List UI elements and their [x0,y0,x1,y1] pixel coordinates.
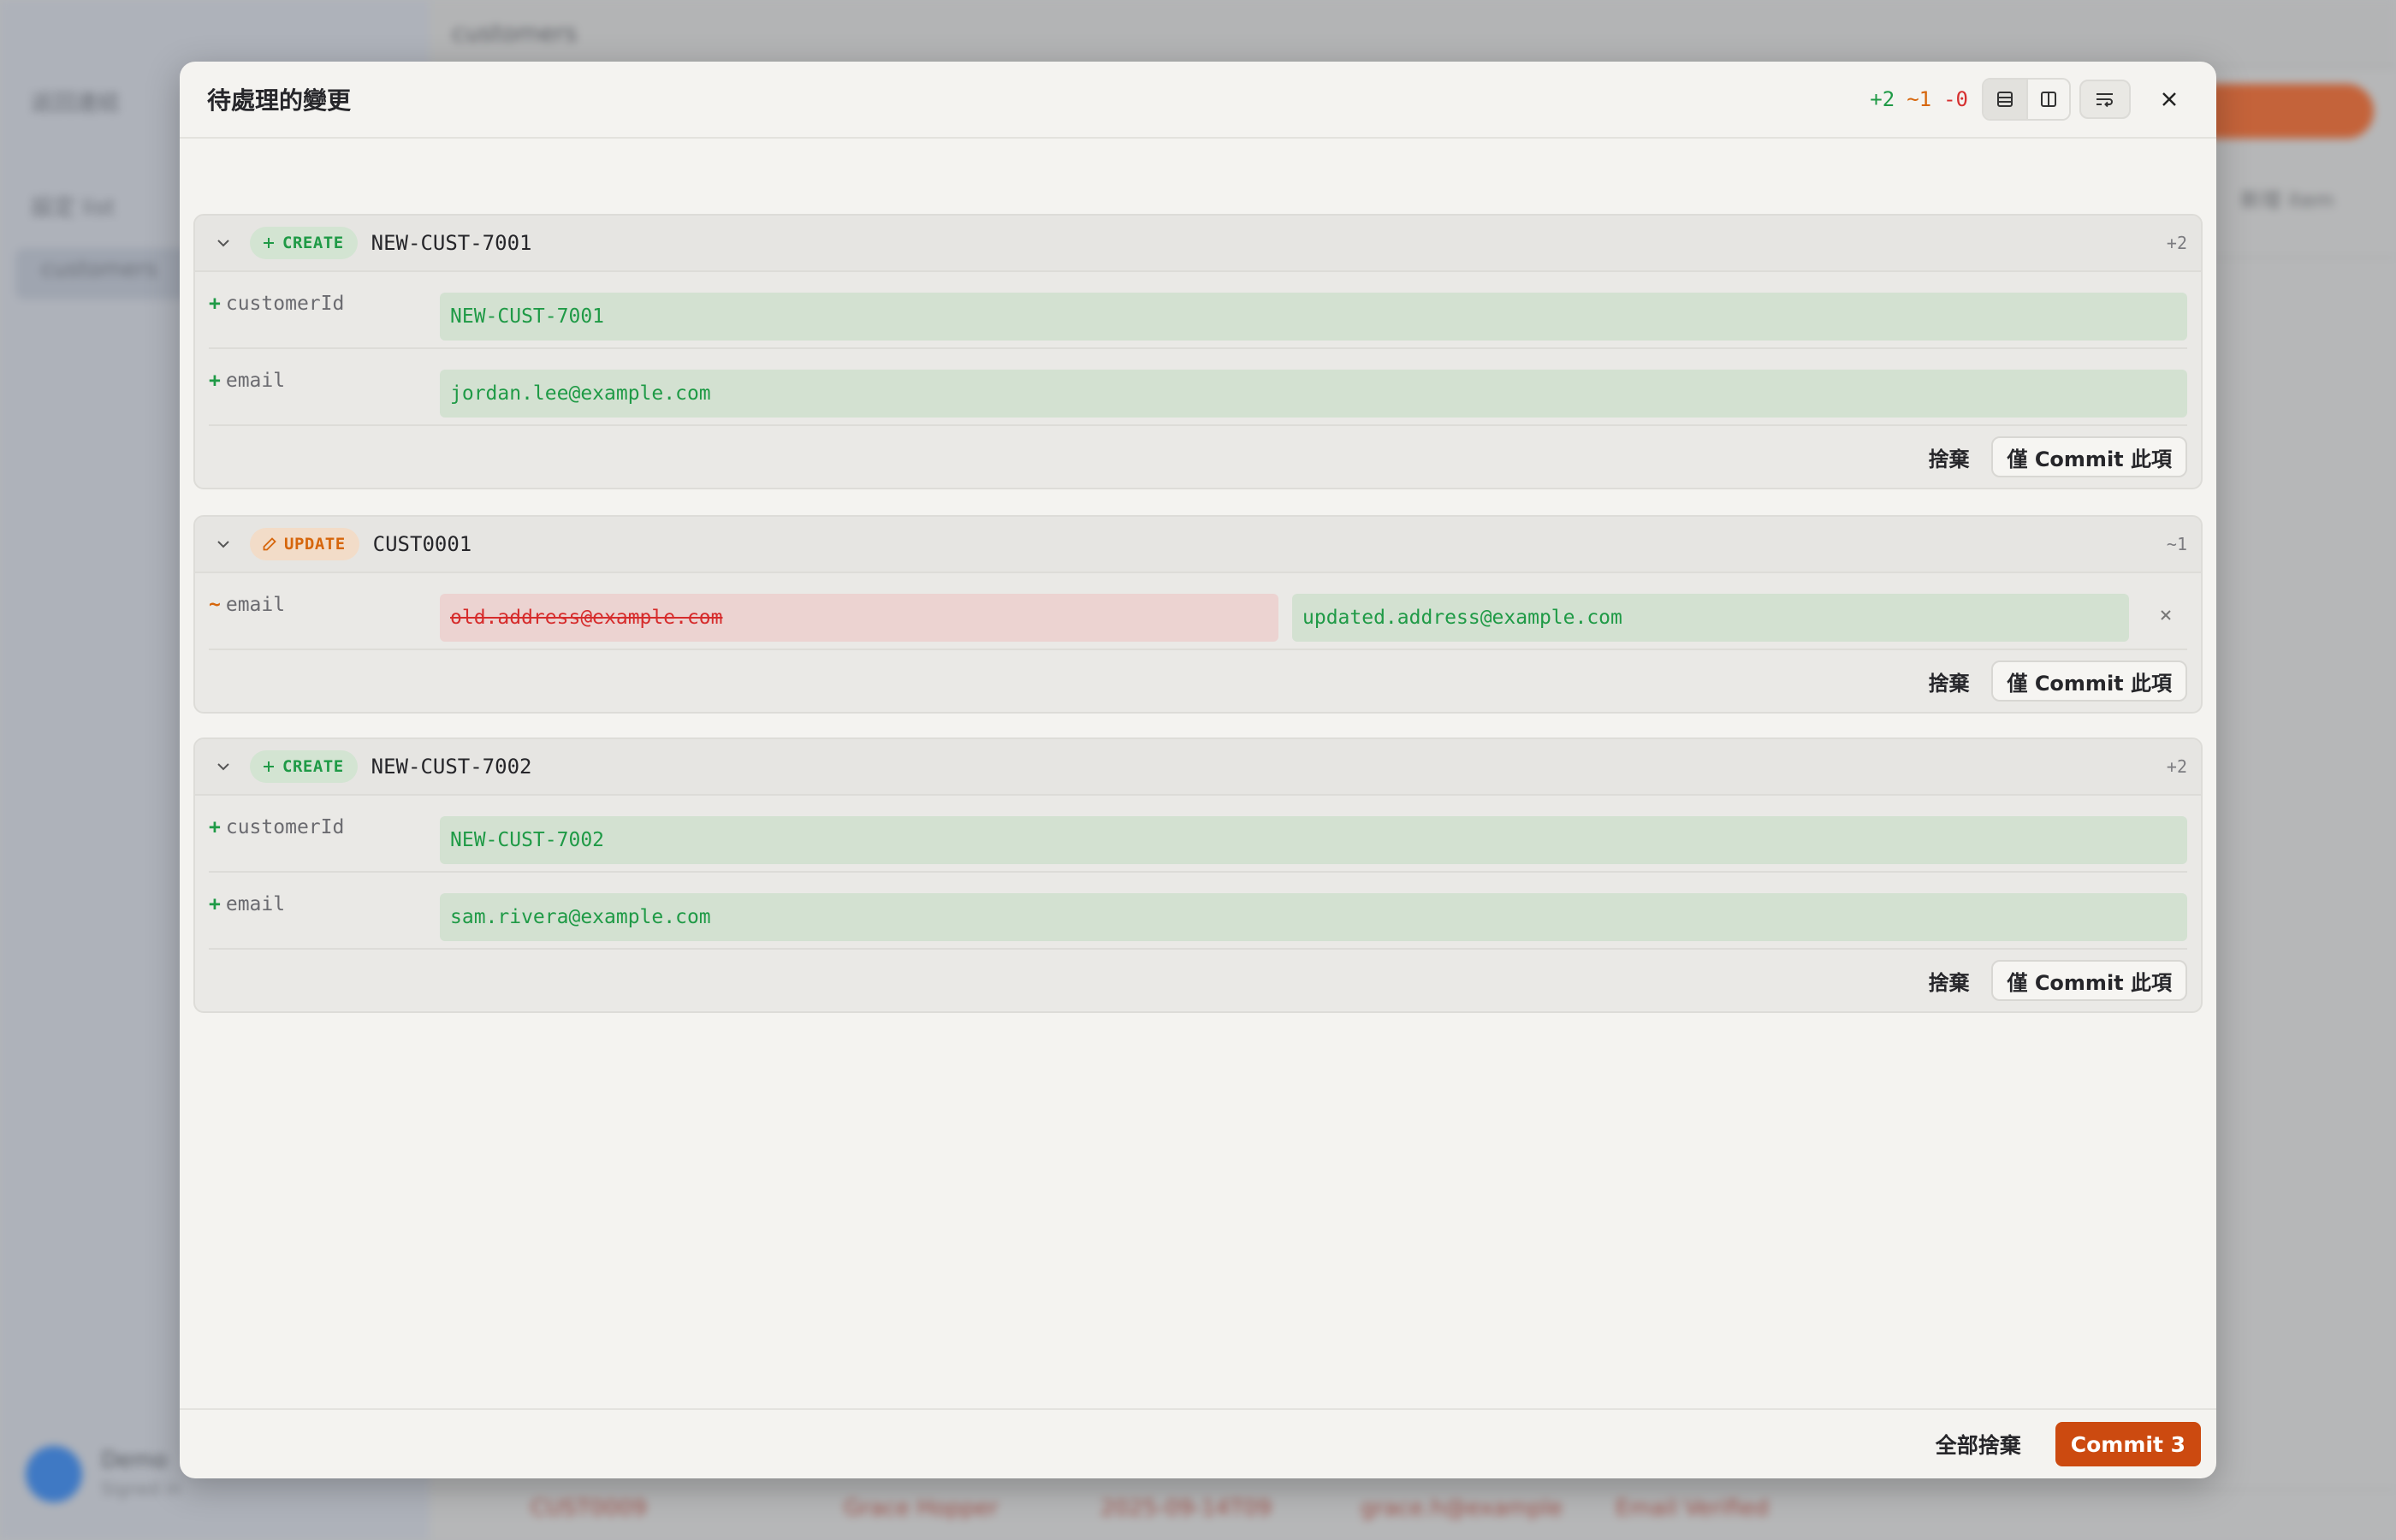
bg-divider [430,1489,2396,1490]
commit-this-button[interactable]: 僅 Commit 此項 [1991,436,2187,477]
close-icon [2161,610,2171,620]
added-mark: + [209,893,221,915]
field-label: + email [209,893,285,915]
field-row: ~ email old.address@example.com updated.a… [209,573,2187,650]
chevron-down-icon [217,240,229,247]
record-id: NEW-CUST-7001 [371,231,532,255]
bg-sidebar-item: 返回連結 [31,91,121,116]
create-badge: CREATE [250,750,358,783]
bg-cell: 2025-09-14T09 [1100,1496,1272,1521]
new-value: sam.rivera@example.com [440,893,2187,941]
avatar [26,1446,82,1502]
added-mark: + [209,293,221,315]
wrap-text-button[interactable] [2079,80,2131,119]
plus-icon [264,238,274,248]
create-badge: CREATE [250,227,358,259]
collapse-toggle[interactable] [211,230,236,256]
pencil-icon [263,537,276,551]
change-card-actions: 捨棄 僅 Commit 此項 [195,650,2201,712]
bg-user-sub: Signed in [101,1478,181,1499]
chevron-down-icon [217,541,229,548]
collapse-toggle[interactable] [211,531,236,557]
change-card-actions: 捨棄 僅 Commit 此項 [195,426,2201,488]
bg-sidebar-item: 設定 list [31,195,116,221]
field-change-count: ~1 [2166,534,2187,554]
change-card-actions: 捨棄 僅 Commit 此項 [195,950,2201,1011]
field-change-count: +2 [2166,756,2187,777]
close-icon [2162,92,2176,106]
bg-cell: grace.h@example [1361,1496,1563,1521]
dialog-footer: 全部捨棄 Commit 3 [180,1408,2216,1478]
pending-changes-dialog: 待處理的變更 +2 ~1 -0 CREATE NEW-CUST-7001 +2 … [180,62,2216,1478]
added-count: +2 [1870,87,1895,111]
columns-icon [2041,92,2056,107]
field-name: email [225,893,286,915]
rows-icon [1997,92,2013,107]
commit-this-button[interactable]: 僅 Commit 此項 [1991,660,2187,702]
badge-label: UPDATE [284,535,346,554]
field-label: + customerId [209,293,344,315]
close-button[interactable] [2150,80,2189,119]
change-card-header[interactable]: UPDATE CUST0001 ~1 [195,517,2201,573]
discard-button[interactable]: 捨棄 [1928,442,1969,472]
bg-sidebar-item: customers [41,257,157,282]
added-mark: + [209,370,221,392]
change-card-header[interactable]: CREATE NEW-CUST-7001 +2 [195,216,2201,272]
plus-icon [264,761,274,772]
new-value: NEW-CUST-7002 [440,816,2187,864]
deleted-count: -0 [1943,87,1968,111]
header-controls: +2 ~1 -0 [1870,78,2189,121]
discard-button[interactable]: 捨棄 [1928,666,1969,696]
bg-cell: Grace Hopper [844,1496,999,1521]
bg-cell: CUST0009 [531,1496,647,1521]
modified-count: ~1 [1907,87,1932,111]
field-label: + customerId [209,816,344,838]
field-label: ~ email [209,594,285,616]
field-name: customerId [225,816,345,838]
field-name: email [225,594,286,616]
field-row: + email sam.rivera@example.com [209,873,2187,950]
field-change-count: +2 [2166,233,2187,253]
dialog-title: 待處理的變更 [207,86,352,115]
wrap-text-icon [2096,93,2113,108]
change-card-create: CREATE NEW-CUST-7002 +2 + customerId NEW-… [193,737,2203,1013]
field-row: + email jordan.lee@example.com [209,349,2187,426]
revert-field-button[interactable] [2153,602,2179,628]
bg-topbar [430,0,2396,68]
field-label: + email [209,370,285,392]
bg-user-name: Demo [101,1448,168,1473]
badge-label: CREATE [282,757,344,776]
bg-primary-button [2191,84,2374,139]
added-mark: + [209,816,221,838]
bg-page-title: customers [452,19,578,47]
bg-right-label: 新增 item [2240,188,2334,212]
change-card-header[interactable]: CREATE NEW-CUST-7002 +2 [195,739,2201,796]
new-value: NEW-CUST-7001 [440,293,2187,341]
change-card-create: CREATE NEW-CUST-7001 +2 + customerId NEW-… [193,214,2203,489]
field-name: email [225,370,286,392]
chevron-down-icon [217,763,229,771]
commit-all-button[interactable]: Commit 3 [2055,1422,2201,1466]
collapse-toggle[interactable] [211,754,236,779]
modified-mark: ~ [209,594,221,616]
field-name: customerId [225,293,345,315]
record-id: CUST0001 [372,532,472,556]
commit-this-button[interactable]: 僅 Commit 此項 [1991,960,2187,1001]
change-card-update: UPDATE CUST0001 ~1 ~ email old.address@ex… [193,515,2203,714]
bg-cell: Email Verified [1616,1496,1769,1521]
split-view-button[interactable] [2026,80,2069,119]
update-badge: UPDATE [250,528,359,560]
old-value: old.address@example.com [440,594,1278,642]
view-mode-toggle [1982,78,2071,121]
discard-button[interactable]: 捨棄 [1928,966,1969,996]
badge-label: CREATE [282,234,344,252]
discard-all-button[interactable]: 全部捨棄 [1936,1429,2021,1460]
new-value: jordan.lee@example.com [440,370,2187,418]
unified-view-button[interactable] [1984,80,2026,119]
dialog-header: 待處理的變更 +2 ~1 -0 [180,62,2216,139]
record-id: NEW-CUST-7002 [371,755,532,779]
field-row: + customerId NEW-CUST-7002 [209,796,2187,873]
new-value: updated.address@example.com [1292,594,2129,642]
field-row: + customerId NEW-CUST-7001 [209,272,2187,349]
